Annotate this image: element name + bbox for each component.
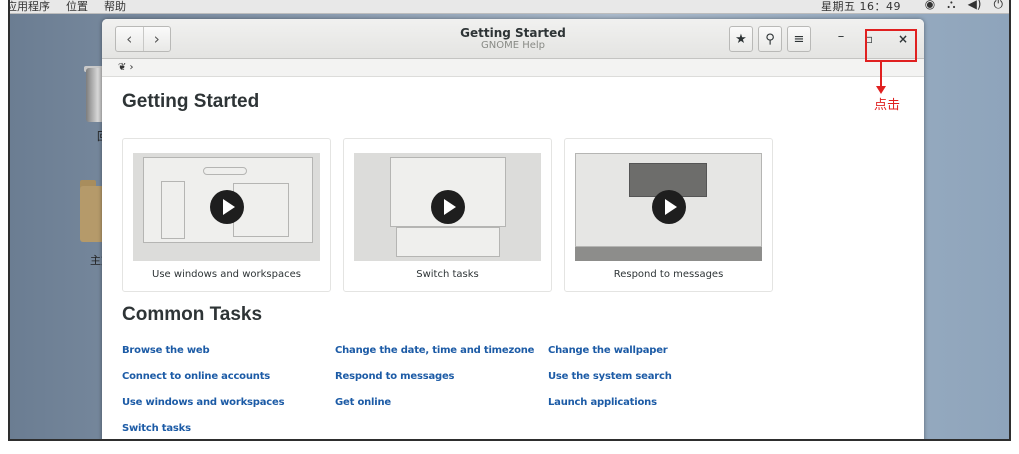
- task-link-windows-workspaces[interactable]: Use windows and workspaces: [122, 397, 285, 408]
- task-link-system-search[interactable]: Use the system search: [548, 371, 672, 382]
- help-content: Getting Started Use windows and workspac…: [102, 77, 924, 439]
- video-card-respond-messages[interactable]: Respond to messages: [564, 138, 773, 292]
- play-icon: [430, 190, 465, 224]
- video-card-switch-tasks[interactable]: Switch tasks: [343, 138, 552, 292]
- task-link-browse-web[interactable]: Browse the web: [122, 345, 210, 356]
- top-panel: 应用程序 位置 帮助 星期五 16：49 ◉ ⛬ ◀) ⏻: [10, 0, 1009, 14]
- volume-icon[interactable]: ◀): [968, 0, 982, 12]
- places-menu[interactable]: 位置: [66, 0, 88, 14]
- bookmark-button[interactable]: ★: [729, 26, 753, 52]
- common-tasks-heading: Common Tasks: [122, 304, 263, 325]
- annotation-label: 点击: [874, 98, 901, 113]
- task-link-switch-tasks[interactable]: Switch tasks: [122, 423, 191, 434]
- search-button[interactable]: ⚲: [758, 26, 782, 52]
- task-link-change-date-time[interactable]: Change the date, time and timezone: [335, 345, 534, 356]
- task-link-change-wallpaper[interactable]: Change the wallpaper: [548, 345, 668, 356]
- help-menu[interactable]: 帮助: [104, 0, 126, 14]
- panel-clock[interactable]: 星期五 16：49: [821, 0, 901, 14]
- accessibility-icon[interactable]: ◉: [925, 0, 935, 12]
- annotation-arrow: [876, 62, 886, 94]
- video-caption: Switch tasks: [416, 269, 479, 280]
- menu-button[interactable]: ≡: [787, 26, 811, 52]
- task-link-online-accounts[interactable]: Connect to online accounts: [122, 371, 270, 382]
- play-icon: [651, 190, 686, 224]
- power-icon[interactable]: ⏻: [994, 0, 1004, 12]
- annotation-highlight-box: [865, 29, 917, 62]
- network-icon[interactable]: ⛬: [947, 0, 955, 12]
- video-caption: Use windows and workspaces: [152, 269, 301, 280]
- help-window: ‹ › Getting Started GNOME Help ★ ⚲ ≡ – ▫…: [102, 19, 924, 439]
- video-caption: Respond to messages: [613, 269, 724, 280]
- task-link-respond-messages[interactable]: Respond to messages: [335, 371, 455, 382]
- video-thumbnail: [354, 153, 541, 261]
- hamburger-icon: ≡: [793, 31, 805, 47]
- breadcrumb[interactable]: ❦ ›: [102, 59, 924, 77]
- panel-menus: 应用程序 位置 帮助: [10, 0, 126, 14]
- applications-menu[interactable]: 应用程序: [10, 0, 50, 14]
- system-tray: ◉ ⛬ ◀) ⏻: [925, 0, 1003, 12]
- task-link-get-online[interactable]: Get online: [335, 397, 391, 408]
- header-bar: ‹ › Getting Started GNOME Help ★ ⚲ ≡ – ▫…: [102, 19, 924, 59]
- task-link-launch-applications[interactable]: Launch applications: [548, 397, 657, 408]
- minimize-button[interactable]: –: [831, 29, 851, 44]
- video-thumbnail: [133, 153, 320, 261]
- screenshot-frame: 应用程序 位置 帮助 星期五 16：49 ◉ ⛬ ◀) ⏻ 回 主文 ‹ › G…: [8, 0, 1011, 441]
- getting-started-heading: Getting Started: [122, 91, 260, 112]
- search-icon: ⚲: [765, 31, 775, 47]
- star-icon: ★: [735, 31, 747, 47]
- video-card-windows[interactable]: Use windows and workspaces: [122, 138, 331, 292]
- video-thumbnail: [575, 153, 762, 261]
- play-icon: [209, 190, 244, 224]
